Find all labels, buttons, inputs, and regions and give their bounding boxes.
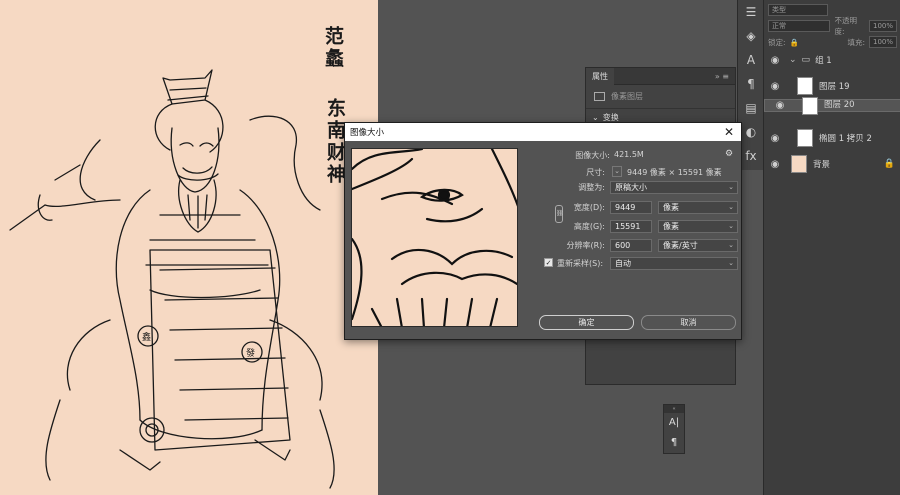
layer-name: 椭圆 1 拷贝 2 <box>819 134 872 144</box>
layers-panel: 类型 正常 不透明度: 100% 锁定: 🔒 填充: 100% ◉ ⌄ ▭ 组 … <box>763 0 900 495</box>
pixel-layer-icon <box>594 92 605 101</box>
panel-grip[interactable]: « <box>664 405 684 413</box>
gear-icon[interactable]: ⚙ <box>725 149 733 159</box>
width-input[interactable]: 9449 <box>610 201 652 214</box>
chevron-down-icon: ⌄ <box>728 241 734 249</box>
chevron-down-icon: ⌄ <box>728 183 734 191</box>
chevron-down-icon: ⌄ <box>728 222 734 230</box>
fill-label: 填充: <box>847 37 865 47</box>
width-label: 宽度(D): <box>573 203 605 212</box>
layer-row[interactable]: ◉ 椭圆 1 拷贝 2 <box>764 125 900 151</box>
layer-thumbnail <box>797 129 813 147</box>
fit-to-select[interactable]: 原稿大小 ⌄ <box>610 181 738 194</box>
panel-collapse-icon[interactable]: » ≡ <box>715 72 729 81</box>
folder-icon: ▭ <box>801 55 811 65</box>
height-unit-select[interactable]: 像素 ⌄ <box>658 220 738 233</box>
character-paragraph-panel: « A| ¶ <box>663 404 685 454</box>
resolution-input[interactable]: 600 <box>610 239 652 252</box>
eye-icon[interactable]: ◉ <box>772 100 788 111</box>
height-input[interactable]: 15591 <box>610 220 652 233</box>
layer-thumbnail <box>791 155 807 173</box>
eye-icon[interactable]: ◉ <box>767 81 783 92</box>
resample-checkbox[interactable]: ✓ <box>544 258 553 267</box>
seal-left-text: 鑫 <box>142 333 152 343</box>
adjustments-icon[interactable]: ☰ <box>738 0 764 24</box>
blend-mode-select[interactable]: 正常 <box>768 20 831 32</box>
layer-name: 图层 20 <box>824 100 855 110</box>
lock-icon: 🔒 <box>883 159 895 169</box>
image-size-value: 421.5M <box>614 150 644 159</box>
fit-to-label: 调整为: <box>578 183 605 192</box>
close-icon[interactable]: ✕ <box>722 125 736 139</box>
resolution-unit-select[interactable]: 像素/英寸 ⌄ <box>658 239 738 252</box>
image-size-dialog: 图像大小 ✕ 图像大小: 421.5M ⚙ 尺寸: ⌄ 9449 像素 × 15… <box>344 122 742 340</box>
layer-row[interactable]: ◉ 图层 19 <box>764 73 900 99</box>
paragraph-panel-icon[interactable]: ¶ <box>664 433 684 453</box>
layer-name: 图层 19 <box>819 82 850 92</box>
width-unit-value: 像素 <box>663 203 679 212</box>
width-unit-select[interactable]: 像素 ⌄ <box>658 201 738 214</box>
resample-select[interactable]: 自动 ⌄ <box>610 257 738 270</box>
tab-properties[interactable]: 属性 <box>586 67 614 85</box>
chevron-down-icon[interactable]: ⌄ <box>612 166 622 177</box>
dimensions-value: 9449 像素 × 15591 像素 <box>627 168 722 177</box>
resample-label: 重新采样(S): <box>557 259 604 268</box>
layer-name: 背景 <box>813 160 831 170</box>
chevron-down-icon[interactable]: ⌄ <box>789 55 797 65</box>
artwork-illustration <box>9 69 335 489</box>
layer-row-selected[interactable]: ◉ 图层 20 <box>764 96 900 115</box>
resolution-label: 分辨率(R): <box>566 241 606 250</box>
layers-controls: 类型 正常 不透明度: 100% 锁定: 🔒 填充: 100% <box>764 0 900 52</box>
chevron-down-icon: ⌄ <box>592 112 599 122</box>
resolution-unit-value: 像素/英寸 <box>663 241 698 250</box>
dimensions-label: 尺寸: <box>586 168 605 177</box>
seal-right-text: 發 <box>246 349 256 359</box>
image-icon[interactable]: ▤ <box>738 96 764 120</box>
lock-icon[interactable]: 🔒 <box>790 38 799 47</box>
layer-row-background[interactable]: ◉ 背景 🔒 <box>764 151 900 177</box>
image-size-label: 图像大小: <box>575 151 610 160</box>
eye-icon[interactable]: ◉ <box>767 55 783 66</box>
height-unit-value: 像素 <box>663 222 679 231</box>
opacity-label: 不透明度: <box>834 16 857 36</box>
character-icon[interactable]: A <box>738 48 764 72</box>
chevron-down-icon: ⌄ <box>728 203 734 211</box>
eye-icon[interactable]: ◉ <box>767 133 783 144</box>
fit-to-value: 原稿大小 <box>615 183 647 192</box>
layer-row-group[interactable]: ◉ ⌄ ▭ 组 1 <box>764 47 900 73</box>
layer-thumbnail <box>797 77 813 95</box>
ok-button[interactable]: 确定 <box>539 315 634 330</box>
properties-section-label: 变换 <box>602 112 619 122</box>
layer-thumbnail <box>802 96 818 115</box>
resample-value: 自动 <box>615 259 631 268</box>
character-panel-icon[interactable]: A| <box>664 413 684 433</box>
properties-subtype: 像素图层 <box>586 85 735 109</box>
preview-illustration <box>352 149 517 326</box>
layer-name: 组 1 <box>815 56 832 66</box>
artwork-title: 范蠡 <box>322 26 344 70</box>
chevron-down-icon: ⌄ <box>728 259 734 267</box>
properties-subtype-label: 像素图层 <box>611 92 643 101</box>
cancel-button[interactable]: 取消 <box>641 315 736 330</box>
3d-icon[interactable]: ◈ <box>738 24 764 48</box>
image-preview[interactable] <box>351 148 518 327</box>
eye-icon[interactable]: ◉ <box>767 159 783 170</box>
dialog-title: 图像大小 <box>350 128 385 138</box>
document-canvas[interactable]: 范蠡 东南财神 鑫 發 <box>0 0 378 495</box>
filter-kind-select[interactable]: 类型 <box>768 4 828 16</box>
opacity-input[interactable]: 100% <box>868 20 897 32</box>
lock-label: 锁定: <box>768 37 786 47</box>
dialog-titlebar: 图像大小 ✕ <box>345 123 741 141</box>
height-label: 高度(G): <box>573 222 605 231</box>
properties-header: 属性 » ≡ <box>586 67 735 85</box>
paragraph-icon[interactable]: ¶ <box>738 72 764 96</box>
